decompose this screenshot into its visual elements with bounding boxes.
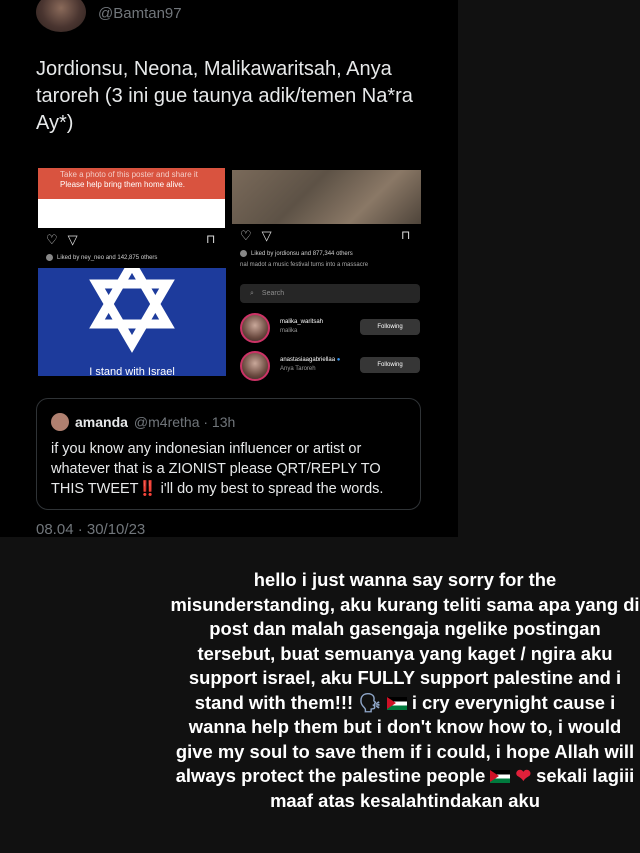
share-icon[interactable]: ▽ [68,232,78,248]
poster-text: Please help bring them home alive. [60,180,185,189]
avatar[interactable] [240,351,270,381]
ig-post-image-flag[interactable]: I stand with Israel [38,268,226,376]
liker-avatar [46,254,53,261]
ig-username: malika_waritsah [280,319,324,325]
quoted-tweet[interactable]: amanda @m4retha · 13h if you know any in… [36,398,421,510]
liked-text: Liked by jordionsu and 877,344 others [251,250,353,257]
quoted-handle-time: @m4retha · 13h [133,414,236,430]
tweet-screenshot: @Bamtan97 Jordionsu, Neona, Malikawarits… [0,0,458,537]
bookmark-icon[interactable]: ⊓ [401,228,410,242]
palestine-flag-icon [490,770,511,783]
search-placeholder: Search [261,290,285,297]
ig-post-image-poster[interactable]: Take a photo of this poster and share it… [38,168,225,228]
ig-username: anastasiaagabriellaa ● [280,357,341,363]
quoted-display-name[interactable]: amanda [75,414,128,430]
ig-fullname: malika [280,328,298,334]
story-caption: hello i just wanna say sorry for the mis… [170,568,640,813]
liked-text: Liked by ney_neo and 142,875 others [57,254,158,261]
following-button[interactable]: Following [360,319,420,335]
ig-liked-by-right: Liked by jordionsu and 877,344 others [240,250,353,257]
flag-caption: I stand with Israel [89,366,175,376]
tweet-text: Jordionsu, Neona, Malikawaritsah, Anya t… [36,58,413,134]
ig-search-input[interactable]: ⌕ Search [240,284,420,303]
quoted-tweet-text: if you know any indonesian influencer or… [51,441,384,497]
ig-actions-right: ♡ ▽ [240,228,272,244]
ig-user-row[interactable]: anastasiaagabriellaa ● Anya Taroreh Foll… [240,351,422,381]
liker-avatar [240,250,247,257]
user-handle[interactable]: @Bamtan97 [98,5,182,22]
avatar[interactable] [240,313,270,343]
heart-icon[interactable]: ♡ [240,228,252,244]
ig-caption: nal madot a music festival turns into a … [240,262,369,268]
quoted-tweet-header: amanda @m4retha · 13h [51,413,235,431]
bookmark-icon[interactable]: ⊓ [206,232,215,246]
avatar[interactable] [51,413,69,431]
palestine-flag-icon [386,696,407,710]
poster-text-faint: Take a photo of this poster and share it [60,170,198,179]
heart-icon[interactable]: ♡ [46,232,58,248]
ig-post-image-festival[interactable] [232,170,421,224]
verified-icon: ● [336,357,341,363]
ig-actions-left: ♡ ▽ [46,232,78,248]
poster-banner: Take a photo of this poster and share it… [38,168,225,199]
search-icon: ⌕ [250,289,254,297]
red-heart-icon: ❤ [515,765,532,786]
share-icon[interactable]: ▽ [262,228,272,244]
display-name [96,0,156,2]
avatar[interactable] [36,0,86,32]
star-of-david-icon [89,268,175,353]
ig-liked-by-left: Liked by ney_neo and 142,875 others [46,254,157,261]
ig-fullname: Anya Taroreh [280,366,316,372]
tweet-timestamp[interactable]: 08.04 · 30/10/23 [36,521,145,537]
ig-user-row[interactable]: malika_waritsah malika Following [240,313,422,343]
double-exclamation-icon: ‼️ [138,481,157,497]
following-button[interactable]: Following [360,357,420,373]
speaking-head-icon: 🗣 [358,691,382,713]
